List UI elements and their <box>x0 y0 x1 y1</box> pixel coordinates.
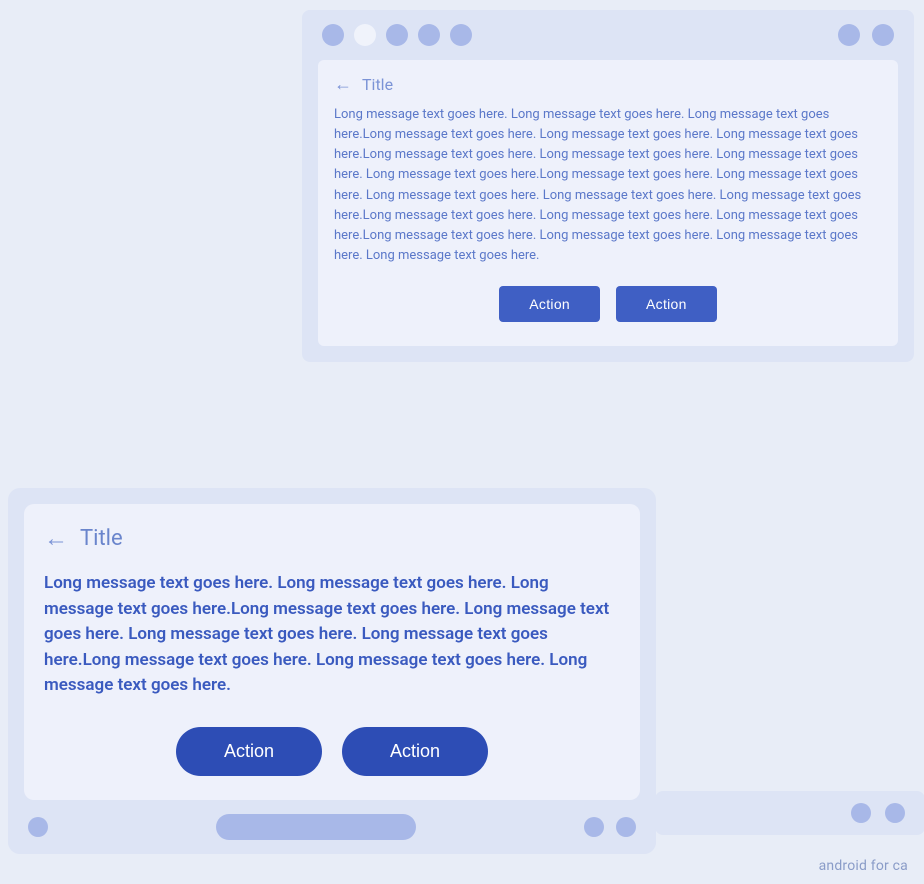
bottom-nav-bar <box>8 800 656 854</box>
top-content-header: ← Title <box>318 60 898 105</box>
right-mini-card <box>655 791 924 835</box>
toolbar-dot-4 <box>418 24 440 46</box>
top-card: ← Title Long message text goes here. Lon… <box>302 10 914 362</box>
nav-dot-right-2 <box>616 817 636 837</box>
toolbar-dot-3 <box>386 24 408 46</box>
toolbar-left-dots <box>322 24 472 46</box>
top-content-body: Long message text goes here. Long messag… <box>318 105 898 346</box>
top-action-row: Action Action <box>334 286 882 330</box>
back-arrow-icon[interactable]: ← <box>334 74 352 95</box>
bottom-card-header: ← Title <box>44 524 620 553</box>
bottom-action-button-2[interactable]: Action <box>342 727 488 776</box>
nav-dots-right <box>584 817 636 837</box>
bottom-back-arrow-icon[interactable]: ← <box>44 524 68 553</box>
right-mini-dot-1 <box>851 803 871 823</box>
toolbar-dot-right-2 <box>872 24 894 46</box>
bottom-message-text: Long message text goes here. Long messag… <box>44 571 620 699</box>
bottom-card-inner: ← Title Long message text goes here. Lon… <box>24 504 640 800</box>
top-card-title: Title <box>362 75 393 94</box>
bottom-action-row: Action Action <box>44 727 620 776</box>
nav-dot-right-1 <box>584 817 604 837</box>
nav-dot-left <box>28 817 48 837</box>
toolbar-dot-right-1 <box>838 24 860 46</box>
toolbar-dot-1 <box>322 24 344 46</box>
bottom-action-button-1[interactable]: Action <box>176 727 322 776</box>
top-action-button-2[interactable]: Action <box>616 286 717 322</box>
toolbar-right-dots <box>838 24 894 46</box>
top-toolbar <box>302 10 914 60</box>
top-card-content: ← Title Long message text goes here. Lon… <box>318 60 898 346</box>
toolbar-dot-2 <box>354 24 376 46</box>
top-action-button-1[interactable]: Action <box>499 286 600 322</box>
watermark-text: android for ca <box>819 858 908 874</box>
right-mini-dot-2 <box>885 803 905 823</box>
bottom-card: ← Title Long message text goes here. Lon… <box>8 488 656 854</box>
nav-pill[interactable] <box>216 814 416 840</box>
toolbar-dot-5 <box>450 24 472 46</box>
bottom-card-title: Title <box>80 526 123 551</box>
top-message-text: Long message text goes here. Long messag… <box>334 105 882 266</box>
